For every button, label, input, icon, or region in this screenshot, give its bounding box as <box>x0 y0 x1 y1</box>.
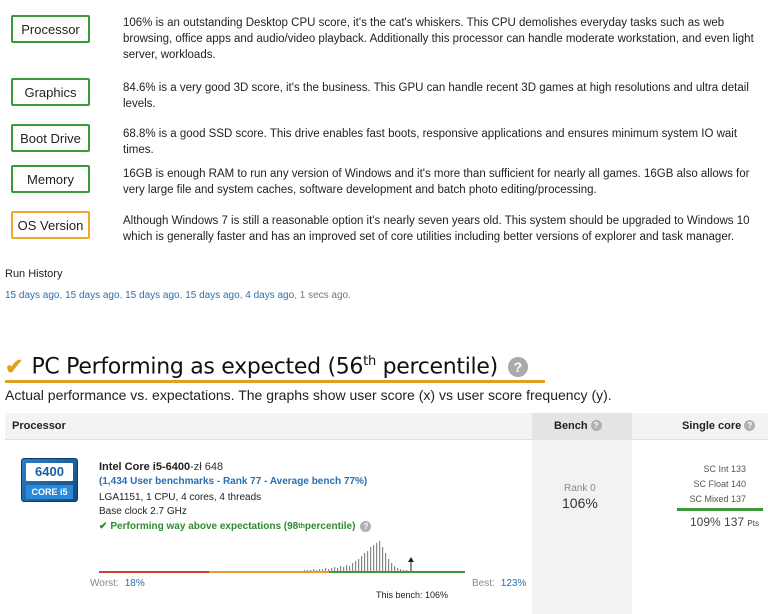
bench-column-header: Bench? <box>554 420 602 432</box>
histogram-bar <box>373 545 375 571</box>
processor-badge[interactable]: Processor <box>11 15 90 43</box>
histogram-bar <box>361 556 363 571</box>
histogram-bar <box>313 569 315 571</box>
histogram-worst-segment <box>99 571 209 573</box>
processor-description: 106% is an outstanding Desktop CPU score… <box>123 17 754 61</box>
histogram-bar <box>331 568 333 571</box>
histogram-bars <box>304 541 408 571</box>
processor-column-header: Processor <box>12 420 66 432</box>
memory-description: 16GB is enough RAM to run any version of… <box>123 168 750 196</box>
cpu-logo-model: 6400 <box>26 463 73 481</box>
histogram-bar <box>349 566 351 571</box>
histogram-mid-segment <box>209 571 329 573</box>
histogram-bar <box>328 569 330 571</box>
table-header: Processor Bench? Single core? <box>5 413 768 440</box>
histogram-bar <box>322 569 324 571</box>
memory-badge[interactable]: Memory <box>11 165 90 193</box>
histogram-bar <box>325 568 327 571</box>
run-history-current: 1 secs ago. <box>299 290 351 301</box>
histogram-bar <box>394 566 396 571</box>
histogram-bar <box>382 547 384 571</box>
sc-int: SC Int 133 <box>703 464 746 474</box>
verdict-subtitle: Actual performance vs. expectations. The… <box>5 387 612 403</box>
run-history-links: 15 days ago, 15 days ago, 15 days ago, 1… <box>5 290 351 301</box>
histogram-bar <box>370 547 372 571</box>
cpu-name[interactable]: Intel Core i5-6400-zł 648 <box>99 461 223 473</box>
histogram-bar <box>319 569 321 571</box>
run-history-link[interactable]: 4 days ago <box>245 290 294 301</box>
histogram-bar <box>385 553 387 571</box>
help-icon[interactable]: ? <box>744 420 756 431</box>
checkmark-icon: ✔ <box>5 354 24 379</box>
cpu-performance-status: ✔ Performing way above expectations (98 t… <box>99 521 372 532</box>
boot-drive-badge[interactable]: Boot Drive <box>11 124 90 152</box>
histogram-bar <box>346 565 348 571</box>
histogram-bar <box>337 568 339 571</box>
histogram-bar <box>397 568 399 571</box>
histogram-bar <box>358 559 360 571</box>
os-version-description: Although Windows 7 is still a reasonable… <box>123 215 750 243</box>
histogram-bar <box>310 570 312 571</box>
sc-float: SC Float 140 <box>693 479 746 489</box>
histogram-bar <box>334 567 336 571</box>
histogram-best-segment <box>329 571 465 573</box>
verdict-heading: ✔ PC Performing as expected (56th percen… <box>5 352 528 382</box>
worst-score: Worst: 18% <box>90 578 145 589</box>
histogram-bar <box>403 570 405 571</box>
bench-column-shade <box>532 440 632 614</box>
graphics-badge[interactable]: Graphics <box>11 78 90 106</box>
single-core-result: 109% 137 Pts <box>690 515 759 529</box>
cpu-socket-info: LGA1151, 1 CPU, 4 cores, 4 threads <box>99 492 262 503</box>
boot-drive-description: 68.8% is a good SSD score. This drive en… <box>123 128 738 156</box>
histogram-bar <box>355 561 357 571</box>
histogram-bar <box>304 570 306 571</box>
checkmark-icon: ✔ <box>99 521 108 532</box>
help-icon[interactable]: ? <box>507 357 528 377</box>
histogram-bar <box>406 570 408 571</box>
histogram-bar <box>379 541 381 571</box>
histogram-bar <box>352 563 354 571</box>
best-score: Best: 123% <box>472 578 527 589</box>
this-bench-label: This bench: 106% <box>376 590 449 600</box>
verdict-underline <box>5 380 545 383</box>
run-history-link[interactable]: 15 days ago <box>185 290 240 301</box>
score-distribution-histogram <box>99 541 465 573</box>
cpu-logo-brand: CORE i5 <box>26 485 73 499</box>
os-version-badge[interactable]: OS Version <box>11 211 90 239</box>
histogram-bar <box>340 566 342 571</box>
cpu-clock-info: Base clock 2.7 GHz <box>99 506 187 517</box>
cpu-logo: 6400 CORE i5 <box>21 458 78 502</box>
histogram-bar <box>343 567 345 571</box>
single-core-bar <box>677 508 763 511</box>
run-history-link[interactable]: 15 days ago <box>65 290 120 301</box>
histogram-bar <box>376 543 378 571</box>
histogram-bar <box>367 551 369 571</box>
run-history-label: Run History <box>5 268 63 280</box>
run-history-link[interactable]: 15 days ago <box>5 290 60 301</box>
single-core-column-header: Single core? <box>682 420 756 432</box>
graphics-description: 84.6% is a very good 3D score, it's the … <box>123 82 749 110</box>
histogram-bar <box>400 569 402 571</box>
sc-mixed: SC Mixed 137 <box>689 494 746 504</box>
run-history-link[interactable]: 15 days ago <box>125 290 180 301</box>
cpu-benchmarks-link[interactable]: (1,434 User benchmarks - Rank 77 - Avera… <box>99 476 367 487</box>
histogram-bar <box>391 563 393 571</box>
bench-score: 106% <box>562 495 598 511</box>
histogram-bar <box>364 553 366 571</box>
histogram-bar <box>388 559 390 571</box>
help-icon[interactable]: ? <box>360 521 372 532</box>
help-icon[interactable]: ? <box>590 420 602 431</box>
verdict-title: PC Performing as expected (56th percenti… <box>31 354 498 380</box>
rank-label: Rank 0 <box>564 483 596 494</box>
histogram-bar <box>316 570 318 571</box>
histogram-bar <box>307 570 309 571</box>
this-bench-arrow-icon <box>408 557 414 562</box>
cpu-price: -zł 648 <box>190 461 224 473</box>
